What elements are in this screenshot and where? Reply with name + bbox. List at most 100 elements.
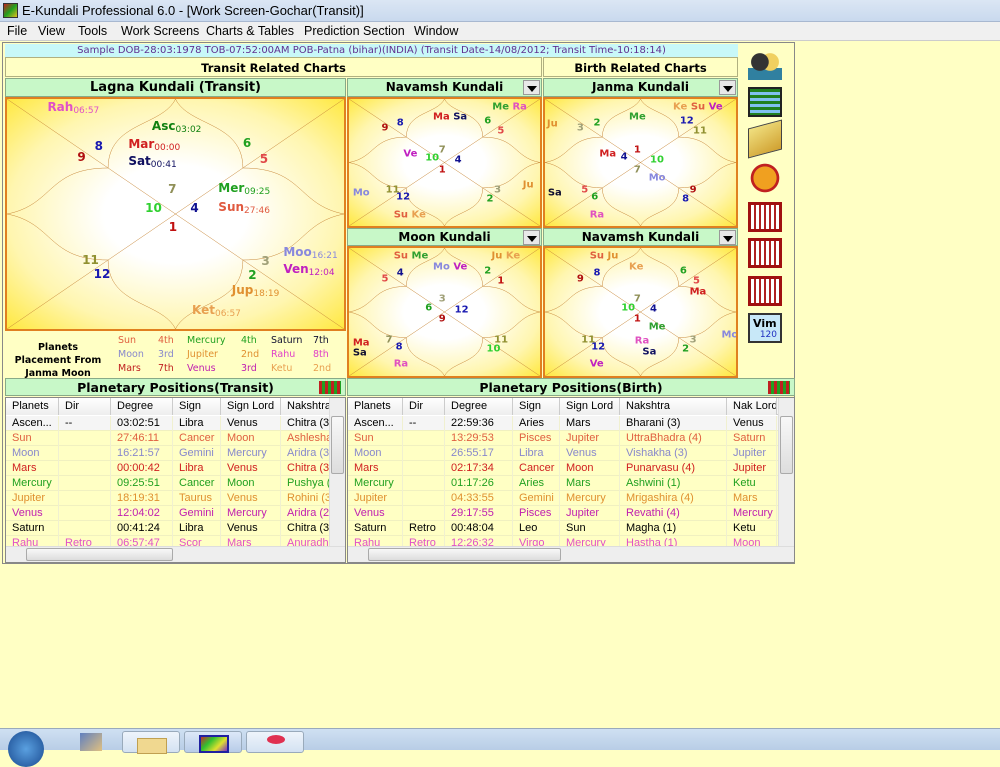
house-sign-number: 4	[650, 304, 657, 315]
table-row[interactable]: Saturn 00:41:24 Libra Venus Chitra (3)	[6, 521, 331, 536]
placement-house: 3rd	[241, 363, 257, 374]
table-row[interactable]: Venus 12:04:02 Gemini Mercury Aridra (2)	[6, 506, 331, 521]
panel-icon[interactable]	[748, 202, 782, 232]
table-cell	[403, 506, 445, 521]
table-cell: Ascen...	[348, 416, 403, 431]
column-header[interactable]: Nak Lord	[727, 398, 777, 415]
column-header[interactable]: Planets	[348, 398, 403, 415]
table-row[interactable]: Sun 13:29:53 Pisces Jupiter UttraBhadra (4) S…	[348, 431, 778, 446]
chart-dropdown-button[interactable]	[719, 80, 736, 95]
navamsh-birth-chart[interactable]: Su Ju Ke 8 9 6 5 Ma 7 10 4 1 Me Mo Ra 3 11 12 Sa 2 Ve	[543, 246, 738, 378]
start-button[interactable]	[8, 731, 44, 767]
vim-label: Vim	[753, 317, 777, 330]
column-header[interactable]: Sign	[513, 398, 560, 415]
table-row[interactable]: Mars 00:00:42 Libra Venus Chitra (3)	[6, 461, 331, 476]
scroll-thumb[interactable]	[368, 548, 561, 561]
panel-icon[interactable]	[748, 276, 782, 306]
people-icon[interactable]	[748, 50, 782, 80]
planet-label: Jup18:19	[232, 283, 280, 299]
chart-dropdown-button[interactable]	[523, 80, 540, 95]
moon-kundali-chart[interactable]: Su Me Ju Ke Mo Ve 4 5 2 1 3 6 12 9 Ma Sa 7 8 11 10 Ra	[347, 246, 542, 378]
menu-view[interactable]: View	[38, 24, 65, 38]
house-sign-number: 2	[682, 344, 689, 355]
table-row[interactable]: Mars 02:17:34 Cancer Moon Punarvasu (4) Jupit…	[348, 461, 778, 476]
column-header[interactable]: Degree	[445, 398, 513, 415]
horizontal-scrollbar[interactable]	[348, 546, 794, 562]
planet-degree: 27:46	[244, 206, 270, 217]
e-coin-icon[interactable]	[748, 163, 782, 193]
label-text: 10	[650, 154, 664, 166]
vertical-scrollbar[interactable]	[778, 398, 794, 546]
menu-work-screens[interactable]: Work Screens	[121, 24, 199, 38]
table-row[interactable]: Moon 26:55:17 Libra Venus Vishakha (3) Jupite…	[348, 446, 778, 461]
chart-dropdown-button[interactable]	[523, 230, 540, 245]
house-sign-number: 10	[650, 154, 664, 165]
pinned-app-icon[interactable]	[80, 733, 102, 751]
column-header[interactable]: Sign Lord	[560, 398, 620, 415]
table-cell	[403, 431, 445, 446]
column-header[interactable]: Dir	[59, 398, 111, 415]
janma-kundali-chart[interactable]: Ke Su Ve Ju 3 2 Me 12 11 Ma 4 1 10 7 Mo Sa 5 6 9 8 Ra	[543, 97, 738, 228]
label-text: 7	[385, 334, 393, 346]
menu-prediction-section[interactable]: Prediction Section	[304, 24, 405, 38]
column-header[interactable]: Dir	[403, 398, 445, 415]
menu-charts-tables[interactable]: Charts & Tables	[206, 24, 294, 38]
scroll-thumb[interactable]	[780, 416, 793, 474]
label-text: Mo	[352, 187, 370, 199]
spreadsheet-icon[interactable]	[748, 87, 782, 117]
chart-dropdown-button[interactable]	[719, 230, 736, 245]
house-sign-number: 10	[621, 302, 635, 313]
placement-planet: Moon	[118, 349, 144, 360]
planet-label: Su Me	[394, 250, 429, 261]
table-row[interactable]: Jupiter 04:33:55 Gemini Mercury Mrigashira (…	[348, 491, 778, 506]
table-row[interactable]: Ascen... -- 03:02:51 Libra Venus Chitra (3)	[6, 416, 331, 431]
table-cell: 02:17:34	[445, 461, 513, 476]
planet-label: Moo16:21	[283, 245, 337, 261]
table-cell: Venus	[560, 446, 620, 461]
label-text: Jup	[231, 283, 254, 298]
horizontal-scrollbar[interactable]	[6, 546, 345, 562]
label-text: 3	[261, 253, 270, 268]
house-sign-number: 4	[455, 154, 462, 165]
column-header[interactable]: Sign	[173, 398, 221, 415]
label-text: Sa	[642, 346, 657, 358]
label-text: 7	[168, 181, 177, 196]
placement-house: 7th	[158, 363, 174, 374]
menu-tools[interactable]: Tools	[78, 24, 107, 38]
table-row[interactable]: Saturn Retro 00:48:04 Leo Sun Magha (1) Ketu	[348, 521, 778, 536]
table-cell: Sun	[560, 521, 620, 536]
table-cell: Leo	[513, 521, 560, 536]
table-row[interactable]: Sun 27:46:11 Cancer Moon Ashlesha	[6, 431, 331, 446]
panel-icon[interactable]	[748, 238, 782, 268]
menu-window[interactable]: Window	[414, 24, 458, 38]
column-header[interactable]: Nakshtra	[281, 398, 331, 415]
column-header[interactable]: Planets	[6, 398, 59, 415]
table-row[interactable]: Ascen... -- 22:59:36 Aries Mars Bharani (3) Ve…	[348, 416, 778, 431]
column-header[interactable]: Sign Lord	[221, 398, 281, 415]
scroll-thumb[interactable]	[26, 548, 173, 561]
scroll-thumb[interactable]	[331, 416, 344, 474]
house-sign-number: 6	[591, 191, 598, 202]
table-row[interactable]: Mercury 01:17:26 Aries Mars Ashwini (1) Ketu	[348, 476, 778, 491]
table-cell: 03:02:51	[111, 416, 173, 431]
column-header[interactable]: Nakshtra	[620, 398, 727, 415]
label-text: 5	[581, 184, 589, 196]
menu-file[interactable]: File	[7, 24, 27, 38]
column-header[interactable]: Degree	[111, 398, 173, 415]
grid-icon[interactable]	[319, 381, 341, 394]
house-sign-number: 9	[381, 123, 388, 134]
table-cell: Moon	[6, 446, 59, 461]
grid-icon[interactable]	[768, 381, 790, 394]
vertical-scrollbar[interactable]	[329, 398, 345, 546]
table-row[interactable]: Moon 16:21:57 Gemini Mercury Aridra (3)	[6, 446, 331, 461]
label-text: Ma	[433, 111, 450, 123]
table-row[interactable]: Mercury 09:25:51CancerMoonPushya (2	[6, 476, 331, 491]
label-text: Ra	[393, 358, 409, 370]
navamsh-transit-chart[interactable]: Me Ra Ma Sa 8 9 6 5 7 Ve 10 4 1 Ju 3 Mo 11 12 2 Su Ke	[347, 97, 542, 228]
table-row[interactable]: Venus 29:17:55 Pisces Jupiter Revathi (4) Mer…	[348, 506, 778, 521]
house-sign-number: 5	[497, 125, 504, 136]
lagna-kundali-chart[interactable]: Rah06:57 Asc03:02 Mar00:00 Sat00:41 8 9 6 5 7 Mer…	[5, 97, 346, 331]
label-text: 12	[591, 341, 606, 353]
table-row[interactable]: Jupiter 18:19:31 Taurus Venus Rohini (3)	[6, 491, 331, 506]
vim-icon[interactable]: Vim 120	[748, 313, 782, 343]
